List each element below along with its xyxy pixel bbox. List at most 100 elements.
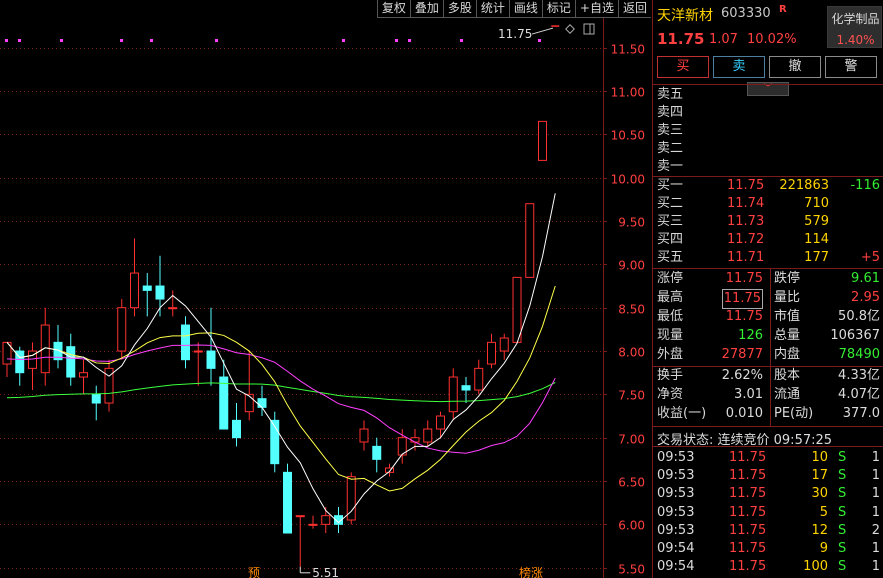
stat-label: PE(动)	[774, 406, 814, 421]
divider	[653, 84, 883, 85]
candle-body	[499, 337, 509, 352]
event-marker	[5, 39, 8, 42]
tick-row[interactable]: 09:53 11.75 30 S 1	[653, 485, 883, 503]
tick-row[interactable]: 09:53 11.75 12 S 2	[653, 522, 883, 540]
bid-price: 11.71	[727, 250, 765, 265]
tick-row[interactable]: 09:53 11.75 10 S 1	[653, 449, 883, 467]
kline-svg[interactable]: 11.50 11.00 10.50 10.00 9.50 9.00 8.50 8.00 7.50…	[0, 0, 651, 578]
stat-label: 股本	[774, 368, 801, 383]
tick-count: 1	[871, 504, 880, 520]
stock-code: 603330	[721, 6, 771, 21]
bid-change: -116	[850, 178, 880, 193]
stat-value: 11.75	[721, 289, 763, 309]
bid-volume: 177	[804, 250, 829, 265]
candle-body	[525, 203, 535, 278]
stat-value: 4.33亿	[838, 368, 880, 383]
stat-value: 9.61	[851, 271, 880, 286]
stat-label: 跌停	[774, 271, 801, 286]
alert-button[interactable]: 警	[825, 56, 877, 78]
tick-price: 11.75	[729, 486, 767, 502]
tick-volume: 5	[819, 504, 828, 520]
tick-time: 09:53	[657, 450, 695, 465]
bid-change: +5	[860, 250, 880, 265]
tick-row[interactable]: 09:53 11.75 5 S 1	[653, 504, 883, 522]
tick-volume: 30	[811, 486, 828, 502]
stat-label: 最高	[657, 290, 684, 305]
price-change-pct: 10.02%	[747, 32, 797, 47]
divider	[653, 426, 883, 427]
y-tick-label: 6.00	[618, 519, 645, 533]
sector-button[interactable]: 化学制品 1.40%	[827, 6, 882, 48]
toolbar-button-6[interactable]: +自选	[574, 0, 618, 18]
tick-price: 11.75	[729, 468, 767, 484]
event-marker	[538, 39, 541, 42]
last-price: 11.75	[657, 30, 705, 48]
tick-time: 09:53	[657, 486, 695, 502]
tick-row[interactable]: 09:54 11.75 100 S 1	[653, 558, 883, 576]
tick-row[interactable]: 09:53 11.75 17 S 1	[653, 467, 883, 485]
ask-label: 卖三	[657, 123, 684, 138]
stat-label: 涨停	[657, 271, 684, 286]
stat-value: 0.010	[725, 406, 763, 421]
bid-row: 买一 11.75 221863 -116	[653, 177, 883, 195]
candle-body	[423, 428, 433, 443]
flag-label-left[interactable]: 预	[248, 566, 260, 578]
candle-body	[283, 471, 292, 534]
stat-value: 2.95	[851, 290, 880, 305]
stat-row: 收益(一) 0.010 PE(动) 377.0	[653, 405, 883, 423]
candle-body	[512, 276, 522, 343]
stat-value: 27877	[721, 347, 763, 362]
tick-price: 11.75	[729, 522, 767, 538]
stat-label: 净资	[657, 387, 684, 402]
tick-volume: 12	[811, 522, 828, 538]
toolbar-button-3[interactable]: 统计	[475, 0, 509, 18]
toolbar-button-7[interactable]: 返回	[617, 0, 651, 18]
stat-label: 外盘	[657, 347, 684, 362]
tick-row[interactable]: 09:54 11.75 9 S 1	[653, 540, 883, 558]
flag-label-right[interactable]: 榜涨	[519, 565, 543, 578]
y-tick-label: 7.00	[618, 433, 645, 447]
tick-volume: 17	[811, 468, 828, 484]
bid-volume: 579	[804, 214, 829, 229]
panel-toggle-icon[interactable]	[583, 23, 595, 35]
stat-label: 量比	[774, 290, 801, 305]
y-tick-label: 6.50	[618, 476, 645, 490]
stat-row: 最低 11.75 市值 50.8亿	[653, 308, 883, 326]
event-marker	[60, 39, 63, 42]
candle-body	[181, 324, 190, 361]
toolbar-button-5[interactable]: 标记	[541, 0, 575, 18]
ask-label: 卖一	[657, 159, 684, 174]
candle-body	[461, 385, 471, 391]
buy-button[interactable]: 买	[657, 56, 709, 78]
candle-body	[487, 341, 496, 365]
tick-volume: 100	[803, 559, 828, 575]
toolbar-button-0[interactable]: 复权	[376, 0, 410, 18]
event-marker	[215, 39, 218, 42]
candle-body	[474, 367, 484, 391]
ask-row: 卖一	[653, 158, 883, 176]
toolbar-button-2[interactable]: 多股	[442, 0, 476, 18]
quote-panel: 天洋新材 603330 R 化学制品 1.40% 11.75 1.07 10.0…	[652, 0, 883, 578]
tick-count: 1	[871, 450, 880, 465]
candle-body	[193, 350, 203, 353]
toolbar-button-1[interactable]: 叠加	[409, 0, 443, 18]
stat-value: 2.62%	[721, 368, 763, 383]
candle-body	[359, 428, 369, 443]
candle-body	[117, 307, 127, 352]
toolbar-button-4[interactable]: 画线	[508, 0, 542, 18]
stat-row: 最高 11.75 量比 2.95	[653, 289, 883, 309]
cancel-order-button[interactable]: 撤	[769, 56, 821, 78]
diamond-icon[interactable]	[565, 24, 575, 34]
candle-body	[372, 445, 382, 460]
y-tick-label: 11.00	[611, 86, 645, 100]
bid-row: 买三 11.73 579	[653, 213, 883, 231]
trade-buttons: 买 卖 撤 警	[657, 56, 877, 78]
kline-chart[interactable]: 11.50 11.00 10.50 10.00 9.50 9.00 8.50 8.00 7.50…	[0, 0, 651, 578]
stat-row: 外盘 27877 内盘 78490	[653, 346, 883, 364]
bid-volume: 114	[804, 232, 829, 247]
tick-volume: 10	[811, 450, 828, 465]
tick-count: 1	[871, 541, 880, 556]
stat-row: 现量 126 总量 106367	[653, 327, 883, 345]
candle-body	[168, 307, 178, 310]
sell-button[interactable]: 卖	[713, 56, 765, 78]
